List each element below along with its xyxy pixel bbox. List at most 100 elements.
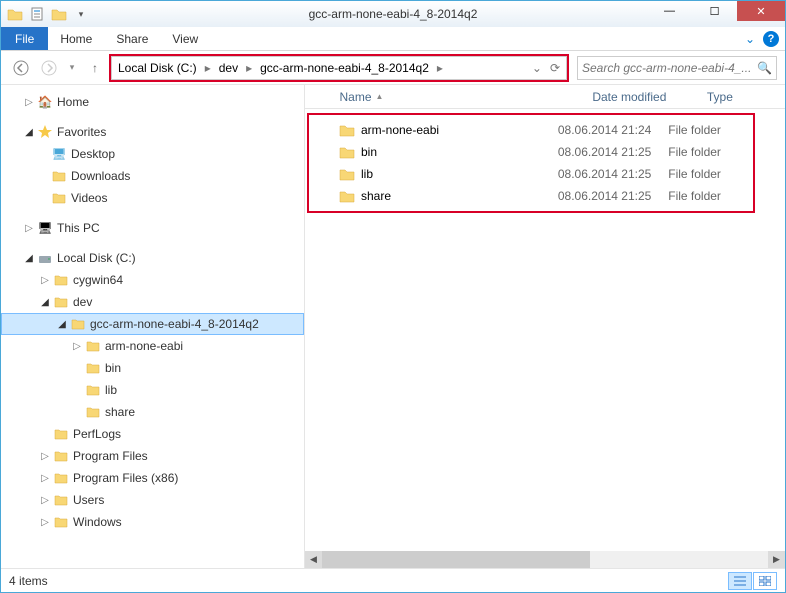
breadcrumb-separator-icon[interactable]: ▸ xyxy=(242,57,256,79)
highlighted-region: arm-none-eabi 08.06.2014 21:24 File fold… xyxy=(311,117,751,209)
expand-icon[interactable]: ▷ xyxy=(39,473,51,484)
tab-home[interactable]: Home xyxy=(48,27,104,50)
folder-icon xyxy=(53,470,69,486)
folder-icon xyxy=(85,338,101,354)
tree-gcc-sub[interactable]: bin xyxy=(1,357,304,379)
file-type: File folder xyxy=(668,145,751,159)
recent-dropdown[interactable]: ▾ xyxy=(65,56,79,80)
address-bar[interactable]: Local Disk (C:) ▸ dev ▸ gcc-arm-none-eab… xyxy=(111,56,567,80)
maximize-button[interactable]: ☐ xyxy=(692,1,737,21)
file-date: 08.06.2014 21:25 xyxy=(558,189,668,203)
column-headers: Name▲ Date modified Type xyxy=(305,85,785,109)
tree-home[interactable]: ▷ 🏠 Home xyxy=(1,91,304,113)
folder-icon xyxy=(53,448,69,464)
tree-item-label: gcc-arm-none-eabi-4_8-2014q2 xyxy=(90,317,259,331)
tree-item-label: lib xyxy=(105,383,117,397)
status-text: 4 items xyxy=(9,574,728,588)
tree-pf86[interactable]: ▷ Program Files (x86) xyxy=(1,467,304,489)
tree-item-label: Videos xyxy=(71,191,107,205)
icons-view-button[interactable] xyxy=(753,572,777,590)
search-box[interactable]: 🔍 xyxy=(577,56,777,80)
expand-icon[interactable]: ▷ xyxy=(23,223,35,234)
list-item[interactable]: lib 08.06.2014 21:25 File folder xyxy=(311,163,751,185)
titlebar: ▾ gcc-arm-none-eabi-4_8-2014q2 — ☐ ✕ xyxy=(1,1,785,27)
expand-icon[interactable]: ▷ xyxy=(23,97,35,108)
collapse-icon[interactable]: ◢ xyxy=(23,127,35,138)
breadcrumb-segment[interactable]: dev xyxy=(215,57,242,79)
forward-button[interactable] xyxy=(37,56,61,80)
column-type[interactable]: Type xyxy=(699,86,785,108)
qat-dropdown-icon[interactable]: ▾ xyxy=(71,4,91,24)
collapse-icon[interactable]: ◢ xyxy=(56,319,68,330)
horizontal-scrollbar[interactable]: ◀ ▶ xyxy=(305,551,785,568)
expand-icon[interactable]: ▷ xyxy=(39,495,51,506)
collapse-icon[interactable]: ◢ xyxy=(23,253,35,264)
list-item[interactable]: share 08.06.2014 21:25 File folder xyxy=(311,185,751,207)
tree-item-label: cygwin64 xyxy=(73,273,123,287)
tree-windows[interactable]: ▷ Windows xyxy=(1,511,304,533)
minimize-button[interactable]: — xyxy=(647,1,692,21)
tree-pf[interactable]: ▷ Program Files xyxy=(1,445,304,467)
navigation-pane[interactable]: ▷ 🏠 Home ◢ Favorites 🖥 Desktop Downloads… xyxy=(1,85,305,568)
scroll-right-icon[interactable]: ▶ xyxy=(768,551,785,568)
refresh-icon[interactable]: ⟳ xyxy=(546,61,564,75)
address-dropdown-icon[interactable]: ⌄ xyxy=(528,61,546,75)
back-button[interactable] xyxy=(9,56,33,80)
tree-gcc-sub[interactable]: share xyxy=(1,401,304,423)
tree-cygwin[interactable]: ▷ cygwin64 xyxy=(1,269,304,291)
tree-favorites[interactable]: ◢ Favorites xyxy=(1,121,304,143)
main-area: ▷ 🏠 Home ◢ Favorites 🖥 Desktop Downloads… xyxy=(1,85,785,568)
scroll-track[interactable] xyxy=(322,551,768,568)
tree-thispc[interactable]: ▷ 🖥 This PC xyxy=(1,217,304,239)
file-date: 08.06.2014 21:25 xyxy=(558,145,668,159)
breadcrumb-segment[interactable]: Local Disk (C:) xyxy=(114,57,201,79)
list-item[interactable]: bin 08.06.2014 21:25 File folder xyxy=(311,141,751,163)
file-type: File folder xyxy=(668,167,751,181)
list-item[interactable]: arm-none-eabi 08.06.2014 21:24 File fold… xyxy=(311,119,751,141)
scroll-thumb[interactable] xyxy=(322,551,590,568)
close-button[interactable]: ✕ xyxy=(737,1,785,21)
tab-share[interactable]: Share xyxy=(104,27,160,50)
expand-icon[interactable]: ▷ xyxy=(71,341,83,352)
tree-gcc-sub[interactable]: lib xyxy=(1,379,304,401)
tree-desktop[interactable]: 🖥 Desktop xyxy=(1,143,304,165)
new-folder-icon[interactable] xyxy=(49,4,69,24)
statusbar: 4 items xyxy=(1,568,785,592)
expand-icon[interactable]: ▷ xyxy=(39,451,51,462)
tree-item-label: Home xyxy=(57,95,89,109)
file-list[interactable]: arm-none-eabi 08.06.2014 21:24 File fold… xyxy=(305,109,785,551)
breadcrumb-separator-icon[interactable]: ▸ xyxy=(433,57,447,79)
file-date: 08.06.2014 21:25 xyxy=(558,167,668,181)
star-icon xyxy=(37,124,53,140)
file-tab[interactable]: File xyxy=(1,27,48,50)
chevron-down-icon[interactable]: ⌄ xyxy=(745,32,755,46)
tree-videos[interactable]: Videos xyxy=(1,187,304,209)
help-icon[interactable]: ? xyxy=(763,31,779,47)
tab-view[interactable]: View xyxy=(160,27,210,50)
search-icon[interactable]: 🔍 xyxy=(757,61,772,75)
collapse-icon[interactable]: ◢ xyxy=(39,297,51,308)
tree-downloads[interactable]: Downloads xyxy=(1,165,304,187)
tree-item-label: Desktop xyxy=(71,147,115,161)
search-input[interactable] xyxy=(582,61,757,75)
expand-icon[interactable]: ▷ xyxy=(39,517,51,528)
file-date: 08.06.2014 21:24 xyxy=(558,123,668,137)
column-name[interactable]: Name▲ xyxy=(332,86,585,108)
breadcrumb-separator-icon[interactable]: ▸ xyxy=(201,57,215,79)
breadcrumb-segment[interactable]: gcc-arm-none-eabi-4_8-2014q2 xyxy=(256,57,433,79)
up-button[interactable]: ↑ xyxy=(83,56,107,80)
tree-dev[interactable]: ◢ dev xyxy=(1,291,304,313)
properties-icon[interactable] xyxy=(27,4,47,24)
tree-gcc-sub[interactable]: ▷ arm-none-eabi xyxy=(1,335,304,357)
tree-localdisk[interactable]: ◢ Local Disk (C:) xyxy=(1,247,304,269)
expand-icon[interactable]: ▷ xyxy=(39,275,51,286)
navbar: ▾ ↑ Local Disk (C:) ▸ dev ▸ gcc-arm-none… xyxy=(1,51,785,85)
details-view-button[interactable] xyxy=(728,572,752,590)
column-date[interactable]: Date modified xyxy=(584,86,699,108)
tree-gcc[interactable]: ◢ gcc-arm-none-eabi-4_8-2014q2 xyxy=(1,313,304,335)
tree-users[interactable]: ▷ Users xyxy=(1,489,304,511)
tree-perflogs[interactable]: PerfLogs xyxy=(1,423,304,445)
scroll-left-icon[interactable]: ◀ xyxy=(305,551,322,568)
file-name: share xyxy=(361,189,391,203)
folder-icon xyxy=(339,189,355,203)
